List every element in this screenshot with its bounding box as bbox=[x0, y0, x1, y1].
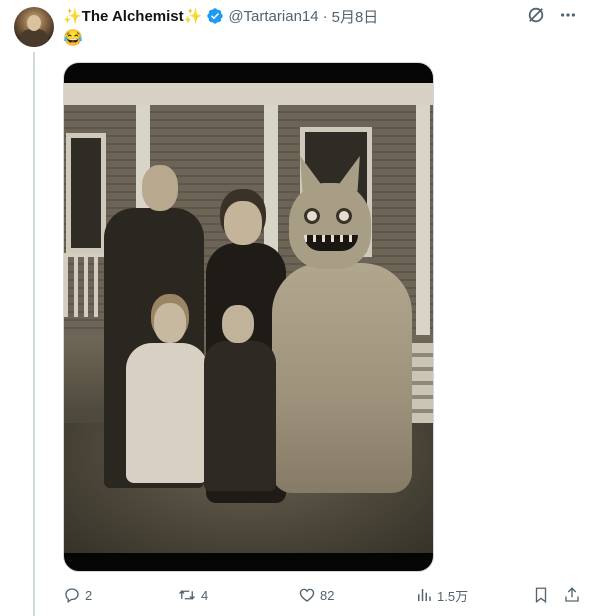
retweet-icon bbox=[179, 590, 195, 600]
reply-icon bbox=[65, 588, 79, 604]
reply-count: 2 bbox=[85, 587, 93, 603]
avatar-robe bbox=[20, 29, 48, 47]
separator-dot: · bbox=[322, 7, 328, 25]
views-icon bbox=[418, 589, 431, 601]
top-actions bbox=[527, 6, 577, 24]
mother-head bbox=[224, 201, 262, 245]
porch-roof bbox=[64, 83, 433, 105]
tweet-date[interactable]: 5月8日 bbox=[332, 6, 379, 27]
monster-costume bbox=[272, 263, 412, 493]
retweet-button[interactable]: 4 bbox=[177, 583, 208, 607]
reply-button[interactable]: 2 bbox=[63, 583, 92, 607]
porch-pillar bbox=[416, 105, 430, 335]
monster-head bbox=[289, 183, 371, 269]
author-handle[interactable]: @Tartarian14 bbox=[228, 8, 318, 25]
more-icon[interactable] bbox=[559, 6, 577, 24]
boy-figure bbox=[204, 341, 276, 491]
action-bar: 2 4 82 1.5万 bbox=[63, 583, 583, 607]
like-icon bbox=[299, 588, 315, 602]
tweet-header: ✨The Alchemist✨ @Tartarian14 · 5月8日 bbox=[63, 6, 378, 26]
bookmark-button[interactable] bbox=[533, 583, 549, 607]
bookmark-icon bbox=[535, 587, 547, 604]
thread-line bbox=[33, 52, 35, 616]
avatar[interactable] bbox=[14, 7, 54, 47]
verified-badge-icon bbox=[207, 8, 224, 24]
house-window bbox=[66, 133, 106, 253]
share-button[interactable] bbox=[563, 583, 581, 607]
girl-figure bbox=[126, 343, 208, 483]
father-head bbox=[142, 165, 178, 211]
family-photo bbox=[64, 83, 433, 553]
like-count: 82 bbox=[320, 587, 335, 603]
avatar-face bbox=[27, 15, 41, 31]
author-name[interactable]: ✨The Alchemist✨ bbox=[63, 7, 202, 25]
tweet-text: 😂 bbox=[63, 30, 83, 47]
like-button[interactable]: 82 bbox=[298, 583, 334, 607]
monster-eye bbox=[304, 208, 320, 224]
grok-icon[interactable] bbox=[527, 6, 545, 24]
monster-eye bbox=[336, 208, 352, 224]
tweet-media[interactable] bbox=[63, 62, 434, 572]
girl-head bbox=[154, 303, 186, 343]
retweet-count: 4 bbox=[201, 587, 209, 603]
views-button[interactable]: 1.5万 bbox=[415, 583, 468, 607]
tweet: ✨The Alchemist✨ @Tartarian14 · 5月8日 😂 2 … bbox=[0, 0, 595, 616]
views-count: 1.5万 bbox=[437, 588, 469, 604]
monster-mouth bbox=[304, 235, 358, 251]
boy-head bbox=[222, 305, 254, 343]
share-icon bbox=[565, 587, 579, 602]
